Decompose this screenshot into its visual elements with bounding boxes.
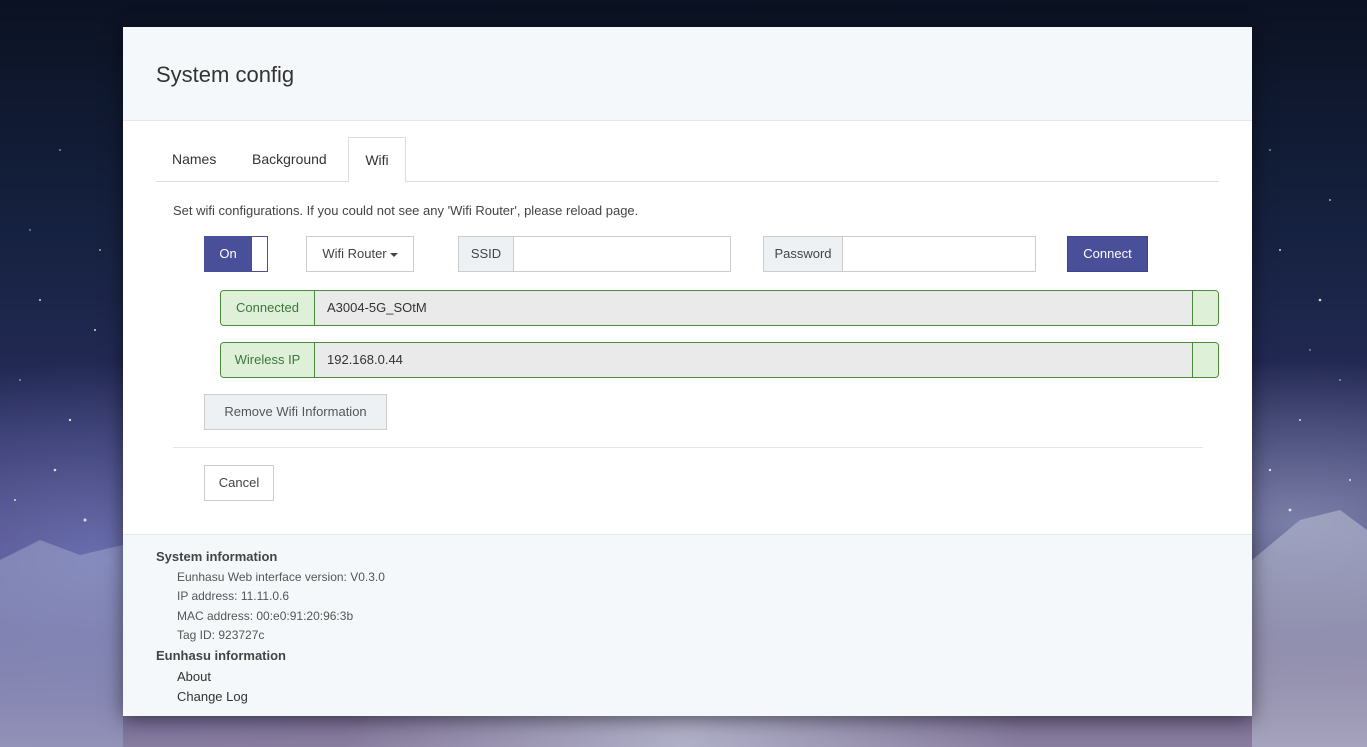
changelog-link[interactable]: Change Log: [177, 689, 248, 704]
ssid-group: SSID: [458, 236, 731, 272]
wireless-ip-value: 192.168.0.44: [327, 352, 403, 367]
connected-status: Connected A3004-5G_SOtM: [220, 290, 1219, 326]
wifi-toggle[interactable]: On: [204, 236, 268, 272]
password-label: Password: [764, 237, 843, 271]
ssid-input[interactable]: [514, 237, 730, 271]
status-end-cap: [1192, 291, 1218, 325]
wireless-ip-status: Wireless IP 192.168.0.44: [220, 342, 1219, 378]
divider: [173, 447, 1203, 448]
wifi-description: Set wifi configurations. If you could no…: [173, 203, 639, 218]
connected-ssid: A3004-5G_SOtM: [327, 300, 427, 315]
system-info-title: System information: [156, 549, 278, 564]
tab-bar: Names Background Wifi: [156, 137, 1219, 183]
footer: System information Eunhasu Web interface…: [123, 534, 1252, 716]
connect-button[interactable]: Connect: [1067, 236, 1148, 272]
toggle-label: On: [219, 246, 237, 261]
tab-wifi[interactable]: Wifi: [348, 137, 406, 183]
tag-id-text: Tag ID: 923727c: [177, 628, 265, 642]
eunhasu-info-title: Eunhasu information: [156, 648, 286, 663]
password-input[interactable]: [843, 237, 1035, 271]
dropdown-label: Wifi Router: [322, 246, 387, 261]
wifi-router-dropdown[interactable]: Wifi Router: [306, 236, 414, 272]
tab-background[interactable]: Background: [252, 137, 327, 180]
modal-header: System config: [123, 27, 1252, 121]
remove-wifi-button[interactable]: Remove Wifi Information: [204, 394, 387, 430]
ip-end-cap: [1192, 343, 1218, 377]
cancel-button[interactable]: Cancel: [204, 465, 274, 501]
password-group: Password: [763, 236, 1036, 272]
ssid-label: SSID: [459, 237, 514, 271]
version-text: Eunhasu Web interface version: V0.3.0: [177, 570, 385, 584]
tab-names[interactable]: Names: [172, 137, 216, 180]
wireless-ip-label: Wireless IP: [221, 343, 315, 377]
caret-down-icon: [389, 252, 398, 257]
ip-address-text: IP address: 11.11.0.6: [177, 589, 290, 603]
modal-title: System config: [156, 62, 295, 87]
connected-label: Connected: [221, 291, 315, 325]
mac-address-text: MAC address: 00:e0:91:20:96:3b: [177, 609, 354, 623]
about-link[interactable]: About: [177, 669, 211, 684]
toggle-knob: [252, 237, 267, 271]
system-config-modal: System config Names Background Wifi Set …: [123, 27, 1252, 716]
